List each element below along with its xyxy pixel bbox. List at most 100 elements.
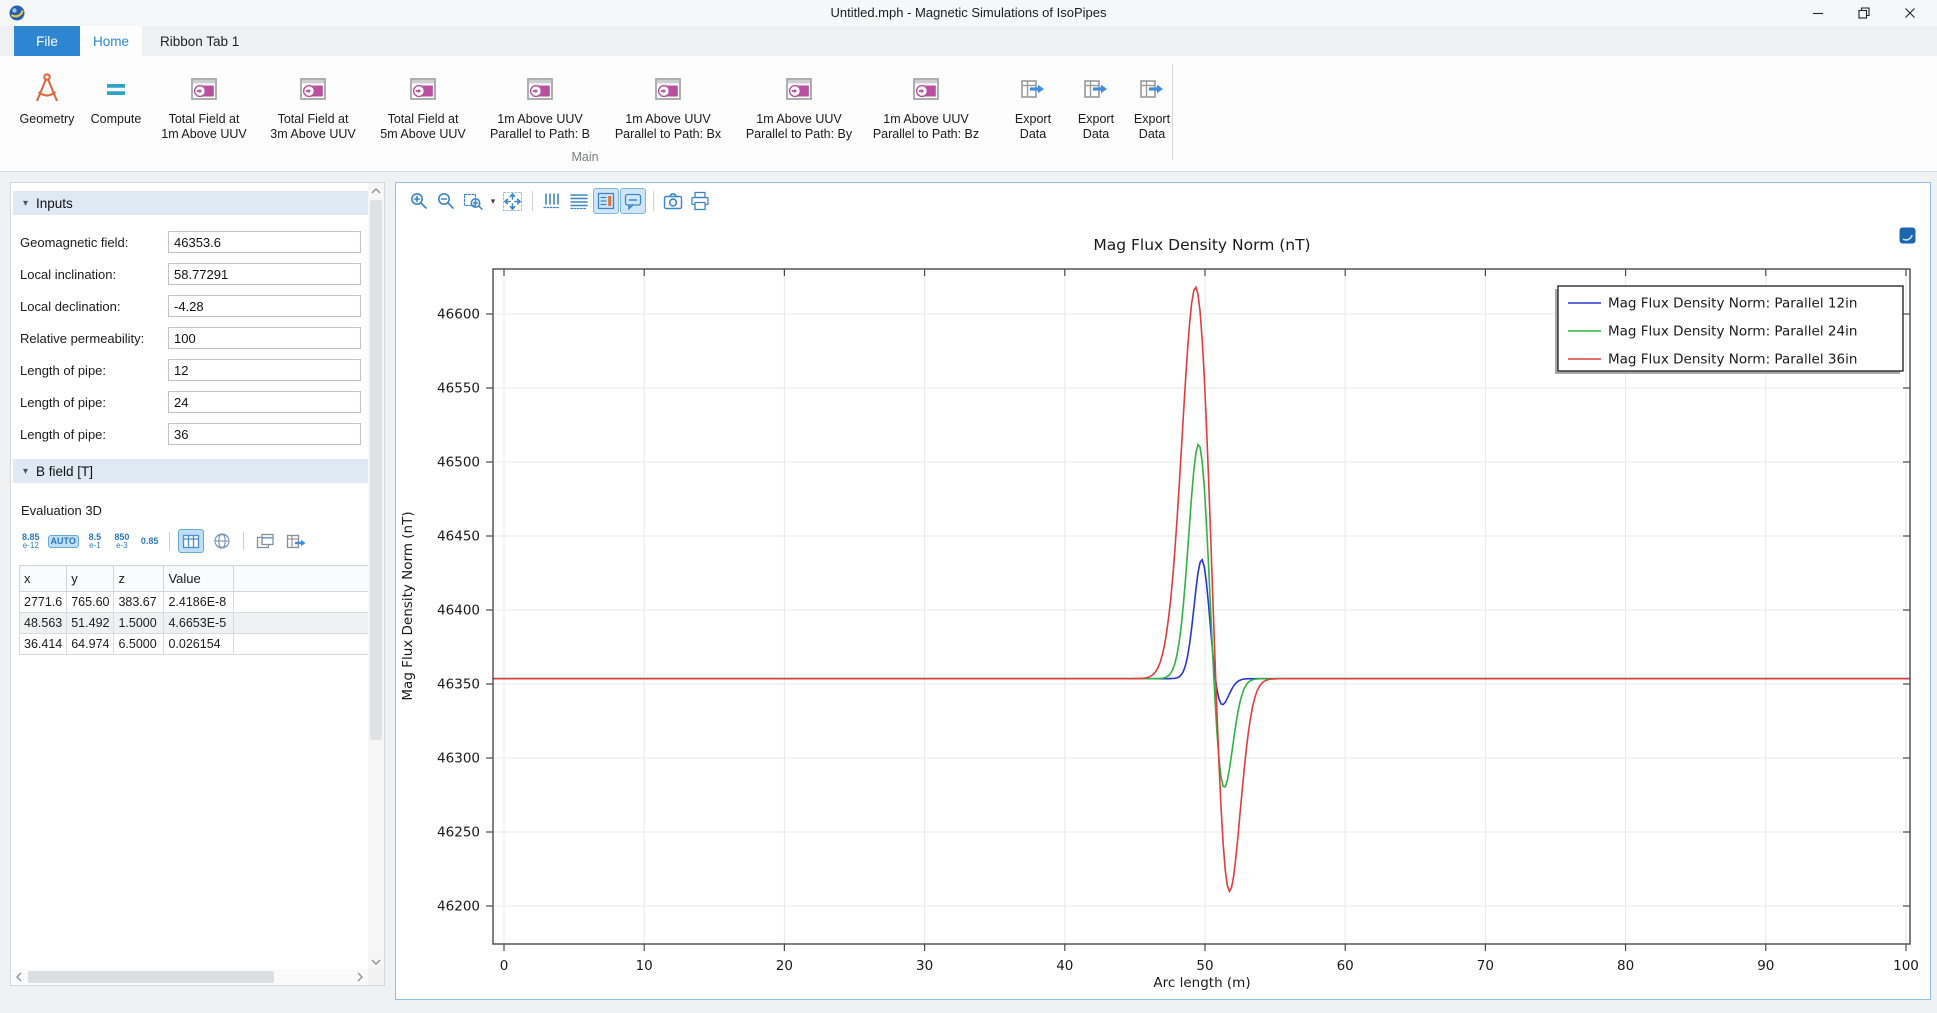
- svg-text:46250: 46250: [437, 825, 480, 841]
- column-header-value[interactable]: Value: [164, 566, 234, 592]
- ribbon-button-1m-above-uuv-parallel-to-path-by-7[interactable]: 1m Above UUVParallel to Path: By: [734, 62, 864, 142]
- tab-ribbon-tab-1[interactable]: Ribbon Tab 1: [142, 26, 257, 56]
- field-length-of-pipe-5[interactable]: [168, 391, 361, 413]
- precision-button-850[interactable]: 850e-3: [111, 531, 133, 552]
- inputs-section-header[interactable]: ▾ Inputs: [13, 191, 369, 215]
- ribbon-button-1m-above-uuv-parallel-to-path-b-5[interactable]: 1m Above UUVParallel to Path: B: [478, 62, 602, 142]
- copy-table-button[interactable]: [252, 529, 278, 553]
- precision-button-8-85[interactable]: 8.85e-12: [19, 531, 43, 552]
- ribbon-button-label: Data: [1083, 127, 1109, 142]
- precision-button-auto[interactable]: AUTO: [48, 535, 79, 548]
- table-view-button[interactable]: [178, 529, 204, 553]
- input-row: Length of pipe:: [11, 390, 369, 414]
- table-row[interactable]: 2771.6765.60383.672.4186E-8: [20, 592, 369, 613]
- ribbon-button-total-field-at-3m-above-uuv-3[interactable]: Total Field at3m Above UUV: [258, 62, 368, 142]
- ribbon-button-compute-1[interactable]: Compute: [82, 62, 150, 127]
- globe-icon: [212, 531, 232, 551]
- table-row[interactable]: 48.56351.4921.50004.6653E-5: [20, 613, 369, 634]
- plot-icon: [299, 66, 327, 112]
- table-view-icon: [181, 532, 201, 551]
- chart-canvas[interactable]: 0102030405060708090100462004625046300463…: [396, 217, 1928, 1001]
- field-length-of-pipe-6[interactable]: [168, 423, 361, 445]
- legend-toggle-button[interactable]: [593, 188, 619, 214]
- tooltip-toggle-button[interactable]: [620, 188, 646, 214]
- graphics-panel: ▾ 01020304050607080901004620046250463004…: [395, 182, 1931, 1000]
- field-geomagnetic-field-0[interactable]: [168, 231, 361, 253]
- plot-icon: [409, 66, 437, 112]
- grid-lines-button[interactable]: [566, 188, 592, 214]
- field-local-inclination-1[interactable]: [168, 263, 361, 285]
- ribbon-button-label: Total Field at: [388, 112, 459, 127]
- ribbon-button-geometry-0[interactable]: Geometry: [12, 62, 82, 127]
- svg-text:60: 60: [1337, 958, 1354, 974]
- zoom-in-button[interactable]: [406, 188, 432, 214]
- field-length-of-pipe-4[interactable]: [168, 359, 361, 381]
- scroll-down-arrow[interactable]: [368, 954, 384, 970]
- minimize-button[interactable]: [1795, 0, 1841, 26]
- snapshot-camera-button[interactable]: [660, 188, 686, 214]
- precision-button-8-5[interactable]: 8.5e-1: [84, 531, 106, 552]
- svg-text:46350: 46350: [437, 677, 480, 693]
- ribbon-button-total-field-at-1m-above-uuv-2[interactable]: Total Field at1m Above UUV: [150, 62, 258, 142]
- table-cell: 2.4186E-8: [164, 592, 234, 613]
- zoom-extents-icon: [501, 190, 524, 213]
- column-header-y[interactable]: y: [67, 566, 114, 592]
- column-header-x[interactable]: x: [20, 566, 67, 592]
- ribbon-button-export-data-10[interactable]: ExportData: [1068, 62, 1124, 142]
- inputs-section-title: Inputs: [36, 196, 73, 211]
- ribbon-button-label: Data: [1139, 127, 1165, 142]
- tab-home[interactable]: Home: [80, 26, 142, 56]
- plot-icon: [526, 66, 554, 112]
- ribbon-button-export-data-9[interactable]: ExportData: [998, 62, 1068, 142]
- close-icon[interactable]: [1887, 0, 1933, 26]
- grid-lines-icon: [568, 190, 590, 212]
- vertical-scroll-thumb[interactable]: [370, 200, 382, 740]
- ribbon-button-label: 1m Above UUV: [161, 127, 246, 142]
- table-cell: 765.60: [67, 592, 114, 613]
- copy-table-icon: [255, 532, 276, 551]
- zoom-out-icon: [435, 190, 457, 212]
- scroll-right-arrow[interactable]: [352, 969, 368, 985]
- table-cell: 64.974: [67, 634, 114, 655]
- table-row[interactable]: 36.41464.9746.50000.026154: [20, 634, 369, 655]
- scroll-up-arrow[interactable]: [368, 183, 384, 199]
- ribbon-button-total-field-at-5m-above-uuv-4[interactable]: Total Field at5m Above UUV: [368, 62, 478, 142]
- scroll-left-arrow[interactable]: [11, 969, 27, 985]
- precision-bottom-label: e-1: [87, 542, 103, 550]
- precision-button-0-85[interactable]: 0.85: [138, 535, 162, 548]
- svg-text:0: 0: [500, 958, 509, 974]
- svg-text:46500: 46500: [437, 455, 480, 471]
- ribbon-button-label: Export: [1015, 112, 1051, 127]
- field-local-declination-2[interactable]: [168, 295, 361, 317]
- svg-text:90: 90: [1757, 958, 1774, 974]
- svg-text:46550: 46550: [437, 381, 480, 397]
- plot-icon: [190, 66, 218, 112]
- zoom-extents-button[interactable]: [499, 188, 525, 214]
- ribbon-button-label: Total Field at: [169, 112, 240, 127]
- dropdown-caret-icon[interactable]: ▾: [487, 188, 499, 214]
- precision-toolbar: 8.85e-12 AUTO 8.5e-1850e-3 0.85: [19, 527, 309, 555]
- restore-button[interactable]: [1841, 0, 1887, 26]
- ribbon-button-1m-above-uuv-parallel-to-path-bz-8[interactable]: 1m Above UUVParallel to Path: Bz: [864, 62, 988, 142]
- legend-entry-mag-flux-density-norm-parallel-12in: Mag Flux Density Norm: Parallel 12in: [1608, 296, 1857, 312]
- print-button[interactable]: [687, 188, 713, 214]
- collapse-triangle-icon: ▾: [23, 198, 28, 209]
- globe-button[interactable]: [209, 529, 235, 553]
- table-cell: 6.5000: [114, 634, 164, 655]
- zoom-out-button[interactable]: [433, 188, 459, 214]
- axis-ticks-icon: [541, 190, 563, 212]
- legend-entry-mag-flux-density-norm-parallel-24in: Mag Flux Density Norm: Parallel 24in: [1608, 324, 1857, 340]
- tab-file[interactable]: File: [14, 26, 80, 56]
- input-row: Length of pipe:: [11, 422, 369, 446]
- ribbon-button-1m-above-uuv-parallel-to-path-bx-6[interactable]: 1m Above UUVParallel to Path: Bx: [602, 62, 734, 142]
- toolbar-separator: [243, 532, 244, 550]
- bfield-section-header[interactable]: ▾ B field [T]: [13, 459, 369, 483]
- input-row: Relative permeability:: [11, 326, 369, 350]
- column-header-z[interactable]: z: [114, 566, 164, 592]
- axis-ticks-button[interactable]: [539, 188, 565, 214]
- zoom-box-button[interactable]: [460, 188, 486, 214]
- field-relative-permeability-3[interactable]: [168, 327, 361, 349]
- horizontal-scroll-thumb[interactable]: [28, 971, 274, 983]
- export-table-button[interactable]: [283, 529, 309, 553]
- zoom-in-icon: [408, 190, 430, 212]
